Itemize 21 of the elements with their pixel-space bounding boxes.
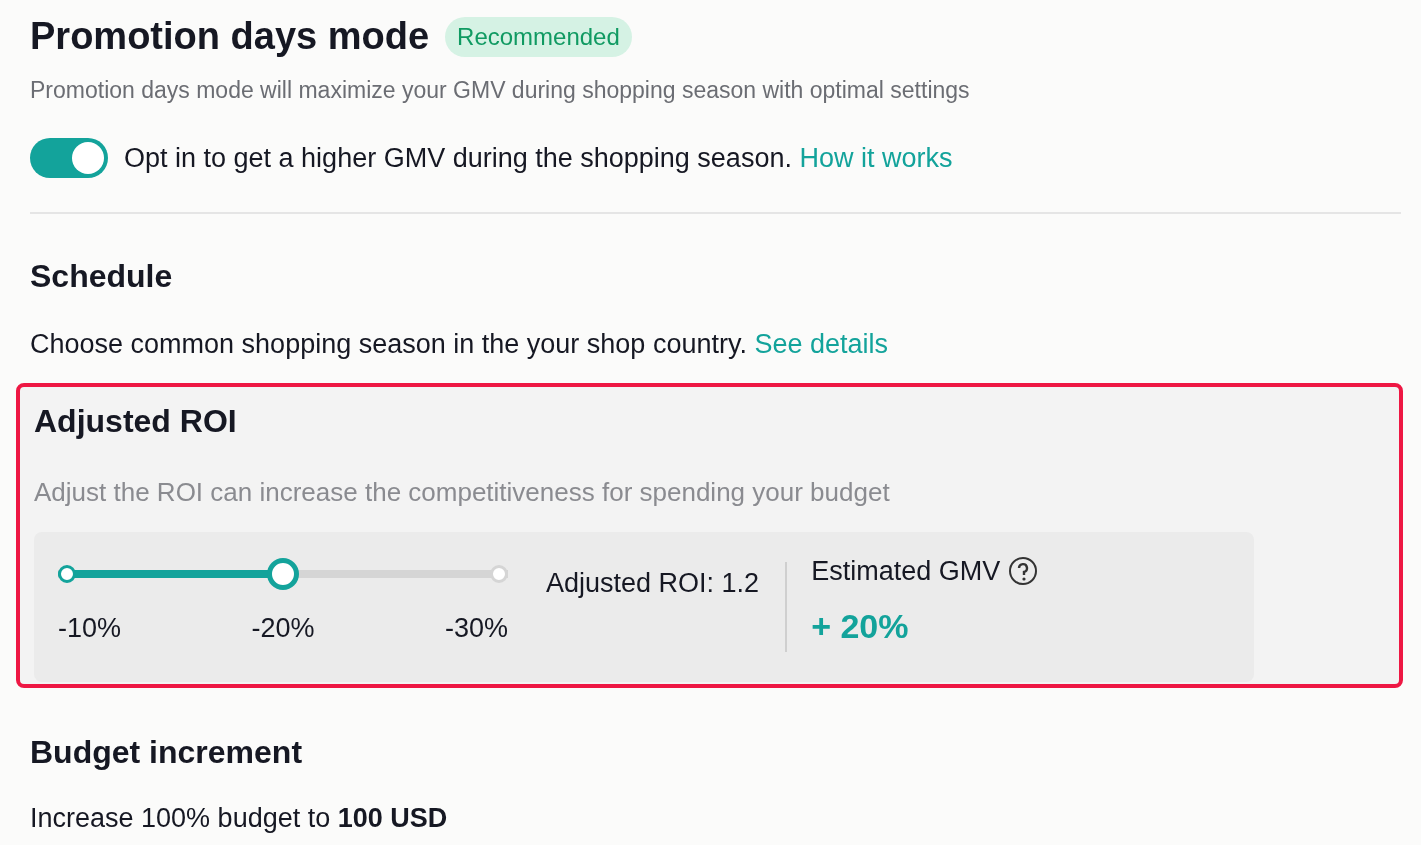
slider-stop-label: -30% xyxy=(444,612,508,646)
roi-description: Adjust the ROI can increase the competitiveness for spending your budget xyxy=(34,475,891,509)
section-title: Schedule xyxy=(30,257,174,296)
help-icon[interactable] xyxy=(1008,556,1039,586)
slider-thumb[interactable] xyxy=(267,558,299,591)
page-title: Promotion days mode xyxy=(30,14,430,59)
section-title: Budget increment xyxy=(30,732,304,772)
toggle-switch[interactable] xyxy=(30,137,108,178)
slider-stop-label: -10% xyxy=(58,612,122,646)
see-details-link[interactable]: See details xyxy=(754,329,889,359)
roi-reading: Adjusted ROI: 1.2 xyxy=(546,567,760,601)
description: Promotion days mode will maximize your GMV during shopping season with optimal settings xyxy=(30,76,971,105)
section-title: Adjusted ROI xyxy=(34,401,238,441)
estimate-label: Estimated GMV xyxy=(811,554,1001,588)
slider-stop-label: -20% xyxy=(251,612,315,646)
estimate-value: + 20% xyxy=(811,606,910,648)
opt-in-text: Opt in to get a higher GMV during the shopping season. How it works xyxy=(124,141,953,175)
budget-text: Increase 100% budget to 100 USD xyxy=(30,801,449,835)
recommended-badge: Recommended xyxy=(445,16,632,57)
how-it-works-link[interactable]: How it works xyxy=(799,142,953,173)
schedule-text: Choose common shopping season in the your shop country. See details xyxy=(30,328,890,361)
